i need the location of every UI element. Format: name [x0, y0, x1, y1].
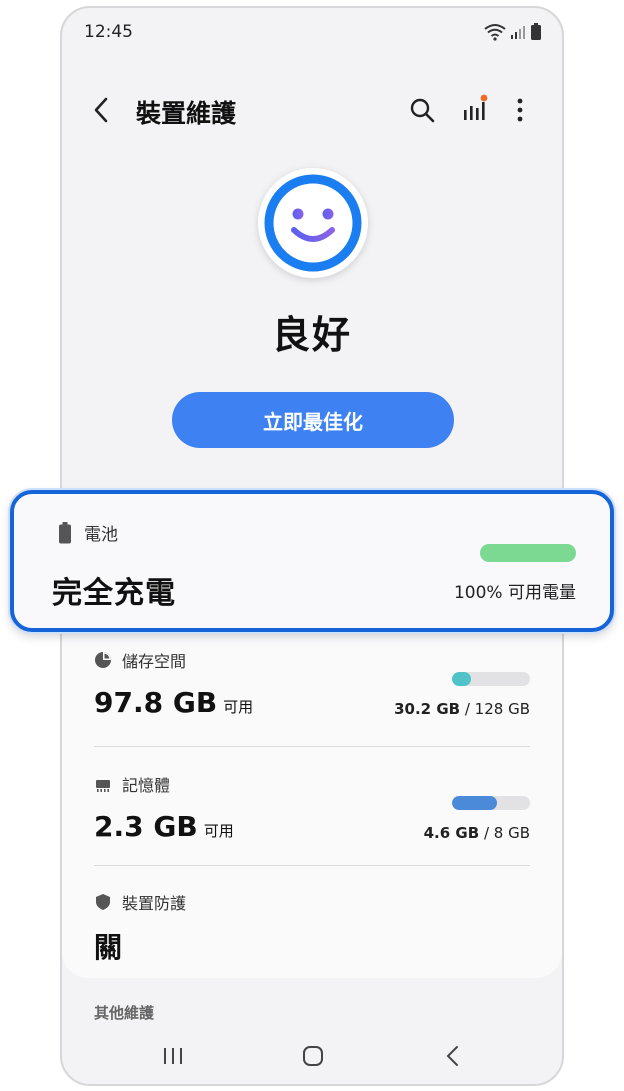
signal-icon	[511, 26, 525, 39]
status-face-icon	[258, 168, 368, 278]
battery-header: 電池	[58, 520, 118, 545]
memory-header: 記憶體	[94, 772, 530, 796]
device-protection-item[interactable]: 裝置防護 關	[94, 890, 530, 970]
device-protection-value: 關	[94, 931, 123, 964]
app-bar: 裝置維護	[62, 82, 562, 138]
storage-title: 儲存空間	[122, 652, 187, 671]
memory-available: 2.3 GB	[94, 810, 198, 843]
storage-progress-bar	[452, 672, 530, 686]
storage-total: / 128 GB	[464, 700, 530, 718]
home-icon[interactable]	[298, 1042, 328, 1070]
status-bar: 12:45	[62, 8, 562, 56]
battery-level-fill	[480, 544, 576, 562]
navigation-bar	[62, 1036, 562, 1076]
storage-unit: 可用	[223, 698, 254, 716]
memory-usage: 4.6 GB / 8 GB	[424, 824, 530, 842]
battery-level-bar	[480, 544, 576, 562]
battery-value: 完全充電	[52, 576, 176, 611]
memory-progress-fill	[452, 796, 497, 810]
battery-title: 電池	[84, 525, 118, 545]
device-status-label: 良好	[271, 313, 352, 357]
storage-item[interactable]: 儲存空間 97.8 GB 可用 30.2 GB / 128 GB	[94, 648, 530, 728]
shield-icon	[96, 894, 110, 910]
memory-used: 4.6 GB	[423, 824, 480, 842]
device-protection-header: 裝置防護	[94, 890, 530, 914]
page-title: 裝置維護	[136, 99, 237, 128]
memory-unit: 可用	[203, 822, 234, 840]
memory-total: / 8 GB	[483, 824, 530, 842]
back-arrow-icon[interactable]	[90, 96, 114, 124]
optimize-now-button[interactable]: 立即最佳化	[172, 392, 454, 448]
battery-usage: 100% 可用電量	[453, 583, 576, 603]
storage-value: 97.8 GB 可用	[94, 686, 253, 719]
memory-value: 2.3 GB 可用	[94, 810, 234, 843]
back-nav-icon[interactable]	[438, 1042, 468, 1070]
battery-card[interactable]: 電池 完全充電 100% 可用電量	[10, 490, 614, 632]
other-maintenance-label: 其他維護	[94, 1004, 155, 1022]
more-options-icon[interactable]	[510, 96, 530, 124]
battery-icon	[59, 521, 71, 543]
divider	[94, 746, 530, 747]
status-time: 12:45	[84, 22, 133, 42]
status-icons	[484, 23, 542, 41]
pie-chart-icon	[95, 652, 111, 668]
memory-progress-bar	[452, 796, 530, 810]
divider	[94, 865, 530, 866]
storage-usage: 30.2 GB / 128 GB	[394, 700, 530, 718]
storage-used: 30.2 GB	[394, 700, 461, 718]
memory-item[interactable]: 記憶體 2.3 GB 可用 4.6 GB / 8 GB	[94, 772, 530, 852]
battery-status-icon	[531, 23, 541, 40]
memory-title: 記憶體	[122, 776, 171, 795]
wifi-icon	[484, 24, 506, 41]
storage-progress-fill	[452, 672, 471, 686]
stats-icon[interactable]	[460, 94, 488, 124]
device-protection-title: 裝置防護	[122, 894, 187, 913]
recent-apps-icon[interactable]	[158, 1042, 188, 1070]
memory-chip-icon	[96, 780, 110, 792]
storage-available: 97.8 GB	[94, 686, 218, 719]
storage-header: 儲存空間	[94, 648, 530, 672]
search-icon[interactable]	[408, 96, 436, 124]
